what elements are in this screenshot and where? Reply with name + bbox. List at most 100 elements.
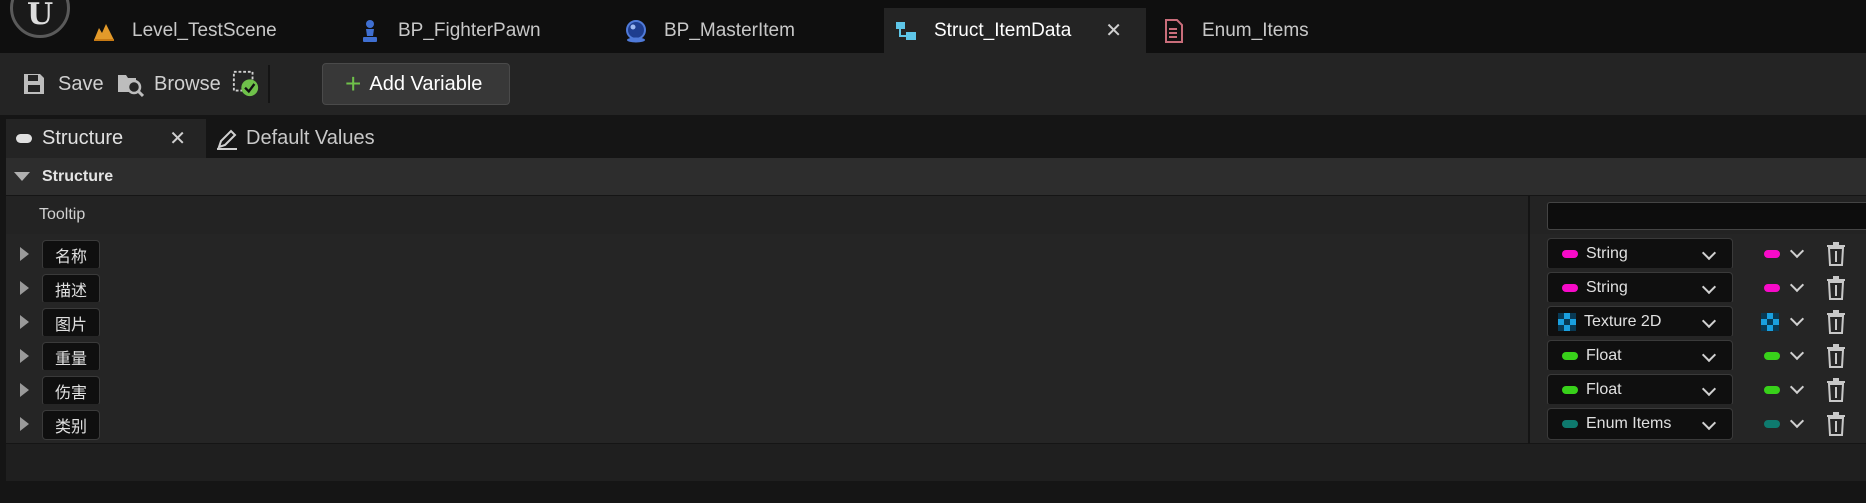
expand-arrow-icon[interactable] <box>20 315 29 329</box>
enum-icon <box>1162 18 1186 43</box>
tab-bp-masteritem[interactable]: BP_MasterItem <box>624 8 874 53</box>
delete-member-icon[interactable] <box>1826 276 1846 300</box>
container-type-pill-icon[interactable] <box>1764 250 1780 258</box>
category-label: Structure <box>42 167 114 185</box>
type-selector[interactable]: String <box>1547 272 1733 304</box>
tab-level-testscene[interactable]: Level_TestScene <box>92 8 342 53</box>
struct-icon <box>894 19 918 43</box>
save-button[interactable]: Save <box>20 63 104 105</box>
member-name-field[interactable]: 描述 <box>42 274 101 304</box>
browse-icon <box>116 70 144 98</box>
browse-label: Browse <box>154 72 221 95</box>
member-row: 类别 Enum Items <box>6 404 1866 444</box>
container-type-pill-icon[interactable] <box>1764 420 1780 428</box>
unreal-logo-icon[interactable]: U <box>10 0 70 38</box>
tab-label: Structure <box>42 127 124 149</box>
tab-bp-fighterpawn[interactable]: BP_FighterPawn <box>358 8 608 53</box>
delete-member-icon[interactable] <box>1826 344 1846 368</box>
container-type-chevron-icon[interactable] <box>1789 311 1805 327</box>
tab-label: Default Values <box>246 127 375 149</box>
type-selector[interactable]: Enum Items <box>1547 408 1733 440</box>
close-tab-icon[interactable]: ✕ <box>169 126 186 151</box>
type-label: Float <box>1586 347 1622 364</box>
type-label: String <box>1586 245 1628 262</box>
save-icon <box>20 70 48 98</box>
container-texture-type-icon[interactable] <box>1761 313 1779 331</box>
float-type-pill-icon <box>1562 352 1578 360</box>
tooltip-label: Tooltip <box>39 206 86 223</box>
expand-arrow-icon[interactable] <box>20 247 29 261</box>
type-selector[interactable]: Float <box>1547 374 1733 406</box>
string-type-pill-icon <box>1562 250 1578 258</box>
container-type-chevron-icon[interactable] <box>1789 379 1805 395</box>
chevron-down-icon <box>1701 381 1717 397</box>
delete-member-icon[interactable] <box>1826 310 1846 334</box>
close-tab-icon[interactable]: ✕ <box>1105 18 1122 43</box>
container-type-chevron-icon[interactable] <box>1789 345 1805 361</box>
tab-label: BP_MasterItem <box>664 19 795 41</box>
add-variable-label: Add Variable <box>369 72 483 95</box>
container-type-chevron-icon[interactable] <box>1789 243 1805 259</box>
type-selector[interactable]: Texture 2D <box>1547 306 1733 338</box>
member-name-field[interactable]: 重量 <box>42 342 101 372</box>
level-icon <box>92 19 116 43</box>
type-label: Float <box>1586 381 1622 398</box>
container-type-chevron-icon[interactable] <box>1789 277 1805 293</box>
panel-tab-bar: Structure ✕ Default Values <box>0 115 1866 158</box>
tab-label: BP_FighterPawn <box>398 19 541 41</box>
column-divider[interactable] <box>1528 196 1530 236</box>
type-selector[interactable]: Float <box>1547 340 1733 372</box>
chevron-down-icon <box>1701 279 1717 295</box>
validate-check-icon <box>232 70 260 98</box>
delete-member-icon[interactable] <box>1826 242 1846 266</box>
collapse-arrow-icon[interactable] <box>14 172 30 181</box>
structure-pill-icon <box>16 134 32 143</box>
container-type-chevron-icon[interactable] <box>1789 413 1805 429</box>
member-name-field[interactable]: 图片 <box>42 308 101 338</box>
container-type-pill-icon[interactable] <box>1764 352 1780 360</box>
tab-default-values[interactable]: Default Values <box>212 119 412 158</box>
enum-type-pill-icon <box>1562 420 1578 428</box>
pawn-icon <box>358 19 382 43</box>
tab-struct-itemdata[interactable]: Struct_ItemData ✕ <box>884 8 1146 53</box>
plus-icon: + <box>345 68 362 99</box>
container-type-pill-icon[interactable] <box>1764 284 1780 292</box>
compile-status-button[interactable] <box>232 63 270 105</box>
tab-structure[interactable]: Structure ✕ <box>6 119 206 158</box>
expand-arrow-icon[interactable] <box>20 417 29 431</box>
structure-details-panel: Structure Tooltip 名称 String 描述 String 图片… <box>6 158 1866 481</box>
float-type-pill-icon <box>1562 386 1578 394</box>
texture-type-icon <box>1558 313 1576 331</box>
type-selector[interactable]: String <box>1547 238 1733 270</box>
type-label: Enum Items <box>1586 415 1672 432</box>
structure-category-header[interactable]: Structure <box>6 158 1866 196</box>
container-type-pill-icon[interactable] <box>1764 386 1780 394</box>
member-name-field[interactable]: 伤害 <box>42 376 101 406</box>
asset-toolbar: Save Browse + Add Variable <box>0 53 1866 115</box>
tooltip-input[interactable] <box>1547 202 1866 230</box>
member-name-field[interactable]: 类别 <box>42 410 101 440</box>
expand-arrow-icon[interactable] <box>20 349 29 363</box>
add-variable-button[interactable]: + Add Variable <box>322 63 510 105</box>
chevron-down-icon <box>1701 313 1717 329</box>
string-type-pill-icon <box>1562 284 1578 292</box>
tab-label: Struct_ItemData <box>934 19 1072 41</box>
browse-button[interactable]: Browse <box>116 63 221 105</box>
edit-defaults-icon <box>216 128 238 150</box>
tab-enum-items[interactable]: Enum_Items <box>1162 8 1412 53</box>
chevron-down-icon <box>1701 347 1717 363</box>
delete-member-icon[interactable] <box>1826 378 1846 402</box>
member-name-field[interactable]: 名称 <box>42 240 101 270</box>
type-label: String <box>1586 279 1628 296</box>
column-divider[interactable] <box>1528 404 1530 444</box>
chevron-down-icon <box>1701 415 1717 431</box>
chevron-down-icon <box>1701 245 1717 261</box>
tab-label: Enum_Items <box>1202 19 1309 41</box>
delete-member-icon[interactable] <box>1826 412 1846 436</box>
expand-arrow-icon[interactable] <box>20 383 29 397</box>
document-tab-bar: U Level_TestScene BP_FighterPawn BP_Mast… <box>0 0 1866 53</box>
tooltip-row: Tooltip <box>6 196 1866 236</box>
tab-label: Level_TestScene <box>132 19 277 41</box>
type-label: Texture 2D <box>1584 313 1662 330</box>
expand-arrow-icon[interactable] <box>20 281 29 295</box>
